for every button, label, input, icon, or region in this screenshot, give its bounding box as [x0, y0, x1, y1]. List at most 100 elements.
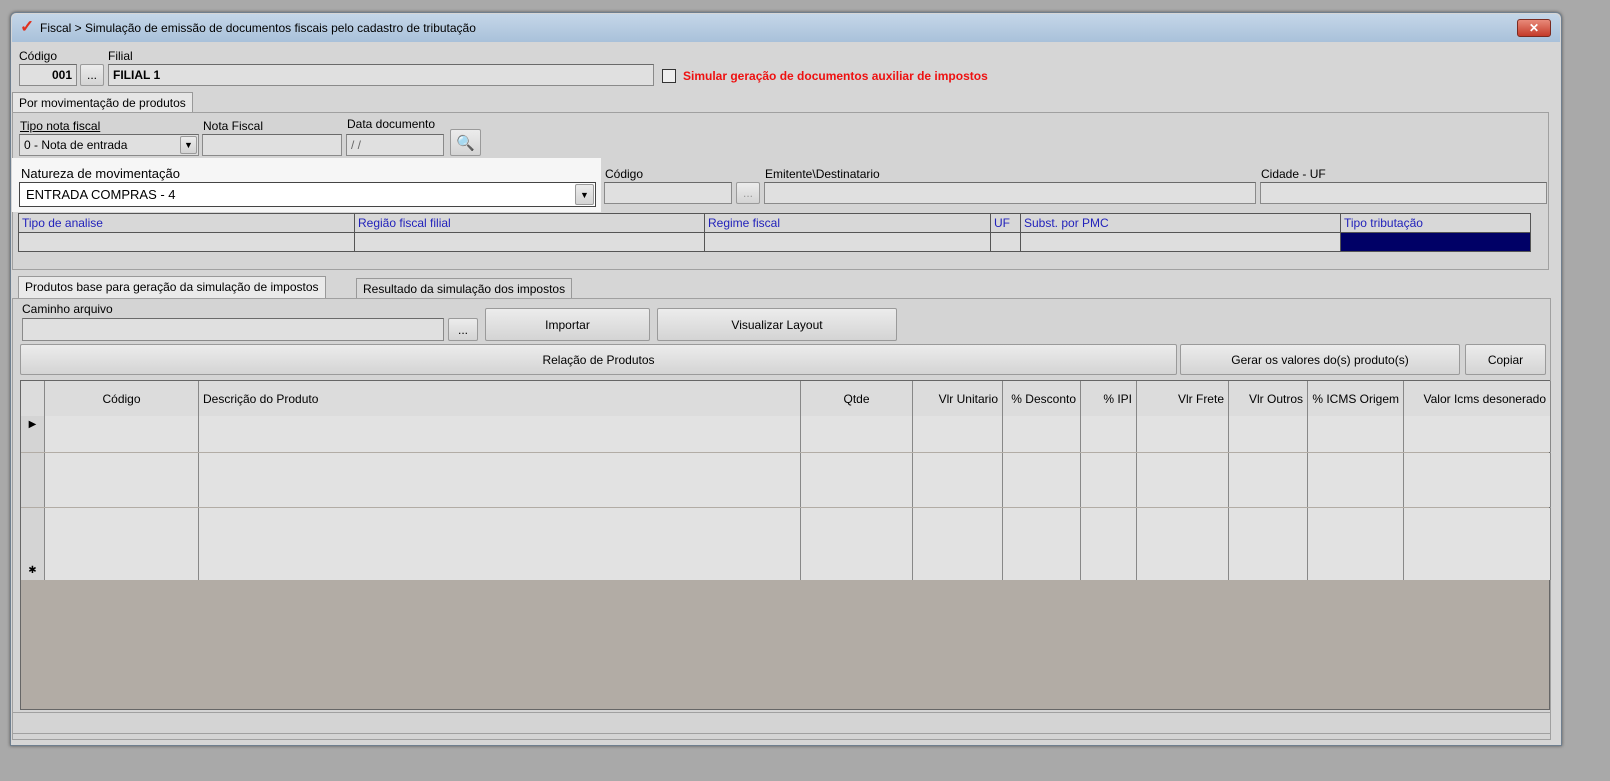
browse-button[interactable]: ... — [448, 318, 478, 341]
table-cell[interactable] — [1229, 507, 1308, 526]
search-icon[interactable]: 🔍 — [450, 129, 481, 156]
table-cell[interactable] — [1308, 434, 1404, 453]
nota-fiscal-input[interactable] — [202, 134, 342, 156]
table-row[interactable] — [21, 470, 1551, 489]
importar-button[interactable]: Importar — [485, 308, 650, 341]
table-cell[interactable] — [1404, 470, 1551, 489]
table-cell[interactable] — [913, 416, 1003, 434]
column-header[interactable]: % IPI — [1081, 381, 1137, 416]
table-cell[interactable] — [1308, 416, 1404, 434]
table-cell[interactable] — [913, 544, 1003, 563]
tipo-nota-select[interactable]: 0 - Nota de entrada ▼ — [19, 134, 199, 156]
table-cell[interactable] — [199, 470, 801, 489]
filial-input[interactable]: FILIAL 1 — [108, 64, 654, 86]
table-cell[interactable] — [1137, 544, 1229, 563]
table-cell[interactable] — [1081, 470, 1137, 489]
table-cell[interactable] — [1081, 507, 1137, 526]
table-cell[interactable] — [1229, 562, 1308, 581]
table-row[interactable]: ▶ — [21, 416, 1551, 434]
table-cell[interactable] — [199, 416, 801, 434]
table-cell[interactable] — [1229, 525, 1308, 544]
row-indicator[interactable] — [21, 452, 45, 471]
table-cell[interactable] — [1404, 416, 1551, 434]
table-cell[interactable] — [801, 544, 913, 563]
table-cell[interactable] — [45, 452, 199, 471]
table-cell[interactable] — [1137, 507, 1229, 526]
table-cell[interactable] — [45, 525, 199, 544]
analysis-cell[interactable] — [1340, 232, 1531, 252]
table-row[interactable] — [21, 544, 1551, 563]
visualizar-layout-button[interactable]: Visualizar Layout — [657, 308, 897, 341]
table-cell[interactable] — [45, 470, 199, 489]
table-cell[interactable] — [1404, 452, 1551, 471]
simular-checkbox[interactable] — [662, 69, 676, 83]
table-cell[interactable] — [1404, 434, 1551, 453]
table-cell[interactable] — [1229, 470, 1308, 489]
table-cell[interactable] — [1137, 489, 1229, 508]
table-cell[interactable] — [1404, 562, 1551, 581]
analysis-cell[interactable] — [18, 232, 355, 252]
table-row[interactable] — [21, 525, 1551, 544]
table-cell[interactable] — [1308, 470, 1404, 489]
table-cell[interactable] — [199, 507, 801, 526]
emitente-lookup-button[interactable]: ... — [736, 182, 760, 204]
table-cell[interactable] — [1308, 544, 1404, 563]
table-cell[interactable] — [801, 470, 913, 489]
table-cell[interactable] — [1137, 562, 1229, 581]
row-indicator[interactable] — [21, 544, 45, 563]
table-cell[interactable] — [801, 434, 913, 453]
row-indicator[interactable]: ▶ — [21, 416, 45, 434]
table-cell[interactable] — [1229, 544, 1308, 563]
table-cell[interactable] — [1404, 489, 1551, 508]
row-indicator[interactable] — [21, 434, 45, 453]
table-cell[interactable] — [199, 525, 801, 544]
table-cell[interactable] — [199, 562, 801, 581]
analysis-cell[interactable] — [354, 232, 705, 252]
table-cell[interactable] — [1081, 489, 1137, 508]
table-cell[interactable] — [1081, 452, 1137, 471]
analysis-cell[interactable] — [1020, 232, 1341, 252]
column-header[interactable]: Código — [45, 381, 199, 416]
table-cell[interactable] — [1137, 525, 1229, 544]
table-cell[interactable] — [1081, 416, 1137, 434]
table-cell[interactable] — [1308, 489, 1404, 508]
caminho-input[interactable] — [22, 318, 444, 341]
emitente-input[interactable] — [764, 182, 1256, 204]
table-cell[interactable] — [801, 489, 913, 508]
table-cell[interactable] — [1003, 489, 1081, 508]
column-header[interactable]: % Desconto — [1003, 381, 1081, 416]
table-cell[interactable] — [801, 525, 913, 544]
table-cell[interactable] — [199, 489, 801, 508]
natureza-select[interactable]: ENTRADA COMPRAS - 4 ▼ — [19, 182, 596, 207]
table-cell[interactable] — [1404, 507, 1551, 526]
gerar-valores-button[interactable]: Gerar os valores do(s) produto(s) — [1180, 344, 1460, 375]
table-cell[interactable] — [1404, 525, 1551, 544]
table-cell[interactable] — [199, 434, 801, 453]
column-header[interactable]: Vlr Unitario — [913, 381, 1003, 416]
table-cell[interactable] — [1003, 525, 1081, 544]
row-indicator[interactable] — [21, 489, 45, 508]
table-row[interactable] — [21, 434, 1551, 453]
column-header[interactable]: Valor Icms desonerado — [1404, 381, 1551, 416]
table-cell[interactable] — [913, 562, 1003, 581]
analysis-cell[interactable] — [990, 232, 1021, 252]
chevron-down-icon[interactable]: ▼ — [180, 136, 197, 154]
row-indicator[interactable] — [21, 470, 45, 489]
data-documento-input[interactable]: / / — [346, 134, 444, 156]
table-cell[interactable] — [45, 489, 199, 508]
table-cell[interactable] — [1081, 562, 1137, 581]
table-cell[interactable] — [1003, 470, 1081, 489]
table-row[interactable] — [21, 507, 1551, 526]
tab-resultado[interactable]: Resultado da simulação dos impostos — [356, 278, 573, 299]
copiar-button[interactable]: Copiar — [1465, 344, 1546, 375]
table-cell[interactable] — [1137, 452, 1229, 471]
table-cell[interactable] — [913, 525, 1003, 544]
table-cell[interactable] — [1081, 434, 1137, 453]
analysis-cell[interactable] — [704, 232, 991, 252]
table-cell[interactable] — [1137, 434, 1229, 453]
table-cell[interactable] — [801, 416, 913, 434]
table-row[interactable]: ✱ — [21, 562, 1551, 581]
table-cell[interactable] — [913, 452, 1003, 471]
table-row[interactable] — [21, 489, 1551, 508]
table-cell[interactable] — [45, 507, 199, 526]
